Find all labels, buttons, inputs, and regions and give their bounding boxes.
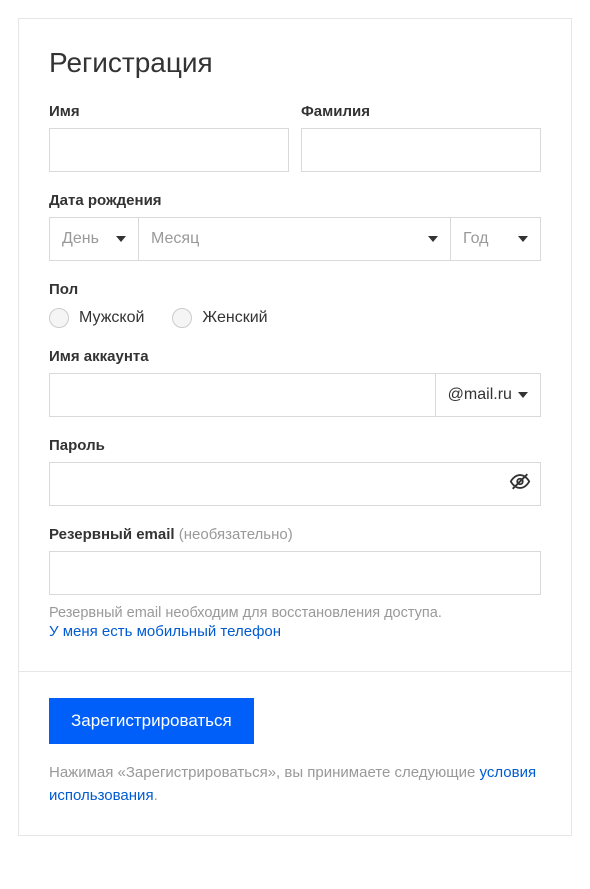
terms-prefix: Нажимая «Зарегистрироваться», вы принима…: [49, 764, 480, 781]
dob-day-value: День: [62, 230, 99, 248]
gender-female-radio[interactable]: Женский: [172, 308, 267, 328]
terms-note: Нажимая «Зарегистрироваться», вы принима…: [49, 762, 541, 807]
card-footer: Зарегистрироваться Нажимая «Зарегистриро…: [19, 672, 571, 835]
dob-year-select[interactable]: Год: [451, 217, 541, 261]
toggle-password-visibility-icon[interactable]: [509, 471, 531, 498]
caret-down-icon: [116, 236, 126, 242]
account-field: Имя аккаунта @mail.ru: [49, 348, 541, 417]
dob-label: Дата рождения: [49, 192, 541, 209]
dob-field: Дата рождения День Месяц Год: [49, 192, 541, 261]
password-label: Пароль: [49, 437, 541, 454]
gender-female-label: Женский: [202, 309, 267, 327]
reserve-email-note: Резервный email необходим для восстановл…: [49, 603, 541, 623]
gender-male-radio[interactable]: Мужской: [49, 308, 144, 328]
firstname-label: Имя: [49, 103, 289, 120]
domain-select[interactable]: @mail.ru: [435, 373, 541, 417]
firstname-input[interactable]: [49, 128, 289, 172]
caret-down-icon: [428, 236, 438, 242]
account-label: Имя аккаунта: [49, 348, 541, 365]
caret-down-icon: [518, 392, 528, 398]
account-input[interactable]: [49, 373, 435, 417]
reserve-email-label-text: Резервный email: [49, 526, 175, 543]
lastname-field: Фамилия: [301, 103, 541, 172]
gender-field: Пол Мужской Женский: [49, 281, 541, 328]
password-input[interactable]: [49, 462, 541, 506]
dob-month-value: Месяц: [151, 230, 199, 248]
caret-down-icon: [518, 236, 528, 242]
firstname-field: Имя: [49, 103, 289, 172]
domain-value: @mail.ru: [448, 386, 512, 404]
lastname-input[interactable]: [301, 128, 541, 172]
gender-label: Пол: [49, 281, 541, 298]
reserve-email-label: Резервный email (необязательно): [49, 526, 541, 543]
dob-day-select[interactable]: День: [49, 217, 139, 261]
radio-icon: [172, 308, 192, 328]
have-phone-link[interactable]: У меня есть мобильный телефон: [49, 623, 281, 640]
password-field: Пароль: [49, 437, 541, 506]
page-title: Регистрация: [49, 47, 541, 79]
submit-button[interactable]: Зарегистрироваться: [49, 698, 254, 744]
radio-icon: [49, 308, 69, 328]
card-body: Регистрация Имя Фамилия Дата рождения Де…: [19, 19, 571, 671]
dob-month-select[interactable]: Месяц: [139, 217, 451, 261]
gender-male-label: Мужской: [79, 309, 144, 327]
lastname-label: Фамилия: [301, 103, 541, 120]
reserve-email-hint: (необязательно): [179, 526, 293, 543]
terms-suffix: .: [154, 787, 158, 804]
reserve-email-field: Резервный email (необязательно) Резервны…: [49, 526, 541, 641]
reserve-email-input[interactable]: [49, 551, 541, 595]
registration-card: Регистрация Имя Фамилия Дата рождения Де…: [18, 18, 572, 836]
dob-year-value: Год: [463, 230, 488, 248]
